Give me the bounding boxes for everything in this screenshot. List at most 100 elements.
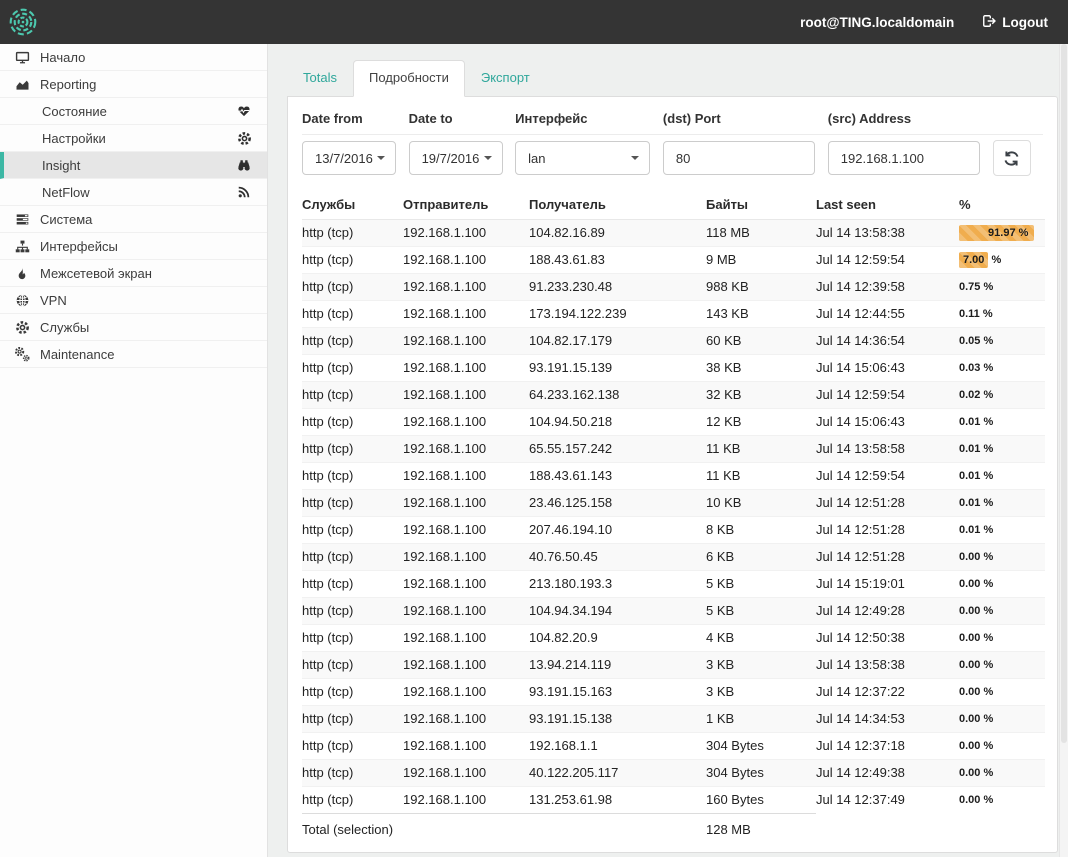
logout-button[interactable]: Logout bbox=[982, 14, 1048, 31]
service-cell: http (tcp) bbox=[302, 787, 403, 814]
percent-bar: 91.97 % bbox=[959, 225, 1034, 241]
service-cell: http (tcp) bbox=[302, 382, 403, 409]
main-content: TotalsПодробностиЭкспорт Date fromDate t… bbox=[268, 44, 1068, 857]
percent-bar: 7.00 bbox=[959, 252, 988, 268]
destination-cell: 91.233.230.48 bbox=[529, 274, 706, 301]
date-to-select[interactable]: 19/7/2016 bbox=[409, 141, 503, 175]
destination-cell: 188.43.61.83 bbox=[529, 247, 706, 274]
destination-cell: 104.82.17.179 bbox=[529, 328, 706, 355]
percent-cell: 0.00 % bbox=[959, 544, 1045, 571]
page-scrollbar[interactable] bbox=[1059, 44, 1068, 857]
globe-icon bbox=[11, 293, 33, 308]
last-seen-cell: Jul 14 12:37:49 bbox=[816, 787, 959, 814]
service-cell: http (tcp) bbox=[302, 436, 403, 463]
bytes-cell: 6 KB bbox=[706, 544, 816, 571]
last-seen-cell: Jul 14 15:06:43 bbox=[816, 355, 959, 382]
percent-value: 0.00 % bbox=[959, 658, 1041, 672]
service-cell: http (tcp) bbox=[302, 544, 403, 571]
sidebar-item-status[interactable]: Состояние bbox=[0, 98, 267, 125]
gears-icon bbox=[11, 346, 33, 362]
bytes-cell: 4 KB bbox=[706, 625, 816, 652]
top-bar: root@TING.localdomain Logout bbox=[0, 0, 1068, 44]
last-seen-cell: Jul 14 13:58:38 bbox=[816, 220, 959, 247]
refresh-button[interactable] bbox=[993, 140, 1031, 176]
sidebar-item-insight[interactable]: Insight bbox=[0, 152, 267, 179]
sidebar-item-settings[interactable]: Настройки bbox=[0, 125, 267, 152]
percent-cell: 0.01 % bbox=[959, 463, 1045, 490]
destination-cell: 104.94.34.194 bbox=[529, 598, 706, 625]
last-seen-cell: Jul 14 12:49:28 bbox=[816, 598, 959, 625]
bytes-cell: 143 KB bbox=[706, 301, 816, 328]
sidebar-item-system[interactable]: Система bbox=[0, 206, 267, 233]
sidebar-item-services[interactable]: Службы bbox=[0, 314, 267, 341]
gear-icon bbox=[233, 131, 255, 146]
percent-cell: 0.00 % bbox=[959, 652, 1045, 679]
bytes-cell: 118 MB bbox=[706, 220, 816, 247]
bytes-cell: 32 KB bbox=[706, 382, 816, 409]
date-from-select[interactable]: 13/7/2016 bbox=[302, 141, 396, 175]
filter-label-src-address: (src) Address bbox=[828, 105, 993, 135]
bytes-cell: 38 KB bbox=[706, 355, 816, 382]
source-cell: 192.168.1.100 bbox=[403, 733, 529, 760]
sign-out-icon bbox=[982, 14, 996, 31]
table-row: http (tcp)192.168.1.100104.82.20.94 KBJu… bbox=[302, 625, 1045, 652]
percent-cell: 0.01 % bbox=[959, 490, 1045, 517]
tab-totals[interactable]: Totals bbox=[287, 60, 353, 96]
bytes-cell: 12 KB bbox=[706, 409, 816, 436]
service-cell: http (tcp) bbox=[302, 517, 403, 544]
desktop-icon bbox=[11, 50, 33, 65]
opnsense-logo[interactable] bbox=[8, 7, 38, 37]
fire-icon bbox=[11, 266, 33, 281]
sidebar-item-firewall[interactable]: Межсетевой экран bbox=[0, 260, 267, 287]
sidebar-item-maintenance[interactable]: Maintenance bbox=[0, 341, 267, 368]
sidebar-item-home[interactable]: Начало bbox=[0, 44, 267, 71]
sidebar-item-label: Insight bbox=[42, 158, 80, 173]
source-cell: 192.168.1.100 bbox=[403, 301, 529, 328]
percent-value: 0.00 % bbox=[959, 766, 1041, 780]
tab-export[interactable]: Экспорт bbox=[465, 60, 546, 96]
percent-cell: 0.00 % bbox=[959, 760, 1045, 787]
percent-cell: 0.00 % bbox=[959, 733, 1045, 760]
service-cell: http (tcp) bbox=[302, 355, 403, 382]
sidebar-item-label: Состояние bbox=[42, 104, 107, 119]
scrollbar-thumb[interactable] bbox=[1061, 44, 1067, 743]
percent-value: 0.00 % bbox=[959, 793, 1041, 807]
sidebar-item-netflow[interactable]: NetFlow bbox=[0, 179, 267, 206]
interface-select[interactable]: lan bbox=[515, 141, 650, 175]
src-address-input[interactable] bbox=[828, 141, 980, 175]
last-seen-cell: Jul 14 12:59:54 bbox=[816, 463, 959, 490]
service-cell: http (tcp) bbox=[302, 571, 403, 598]
service-cell: http (tcp) bbox=[302, 706, 403, 733]
service-cell: http (tcp) bbox=[302, 274, 403, 301]
percent-value: 0.02 % bbox=[959, 388, 1041, 402]
source-cell: 192.168.1.100 bbox=[403, 409, 529, 436]
bytes-cell: 5 KB bbox=[706, 571, 816, 598]
dst-port-input[interactable] bbox=[663, 141, 815, 175]
table-row: http (tcp)192.168.1.10013.94.214.1193 KB… bbox=[302, 652, 1045, 679]
rss-icon bbox=[233, 185, 255, 199]
content-panel: Date fromDate toИнтерфейс(dst) Port(src)… bbox=[287, 96, 1058, 853]
sidebar-item-vpn[interactable]: VPN bbox=[0, 287, 267, 314]
service-cell: http (tcp) bbox=[302, 328, 403, 355]
bytes-cell: 3 KB bbox=[706, 652, 816, 679]
destination-cell: 104.82.20.9 bbox=[529, 625, 706, 652]
service-cell: http (tcp) bbox=[302, 625, 403, 652]
percent-cell: 0.00 % bbox=[959, 625, 1045, 652]
filter-form: Date fromDate toИнтерфейс(dst) Port(src)… bbox=[302, 105, 1043, 179]
column-header: Отправитель bbox=[403, 192, 529, 220]
source-cell: 192.168.1.100 bbox=[403, 625, 529, 652]
heartbeat-icon bbox=[233, 104, 255, 118]
table-row: http (tcp)192.168.1.100207.46.194.108 KB… bbox=[302, 517, 1045, 544]
source-cell: 192.168.1.100 bbox=[403, 544, 529, 571]
total-empty-cell bbox=[959, 814, 1045, 843]
tab-details[interactable]: Подробности bbox=[353, 60, 465, 97]
table-row: http (tcp)192.168.1.10093.191.15.1633 KB… bbox=[302, 679, 1045, 706]
sidebar-menu: НачалоReporting Состояние Настройки Insight… bbox=[0, 44, 267, 368]
destination-cell: 192.168.1.1 bbox=[529, 733, 706, 760]
sidebar-item-interfaces[interactable]: Интерфейсы bbox=[0, 233, 267, 260]
table-row: http (tcp)192.168.1.100173.194.122.23914… bbox=[302, 301, 1045, 328]
last-seen-cell: Jul 14 13:58:58 bbox=[816, 436, 959, 463]
bytes-cell: 1 KB bbox=[706, 706, 816, 733]
last-seen-cell: Jul 14 12:59:54 bbox=[816, 247, 959, 274]
sidebar-item-reporting[interactable]: Reporting bbox=[0, 71, 267, 98]
